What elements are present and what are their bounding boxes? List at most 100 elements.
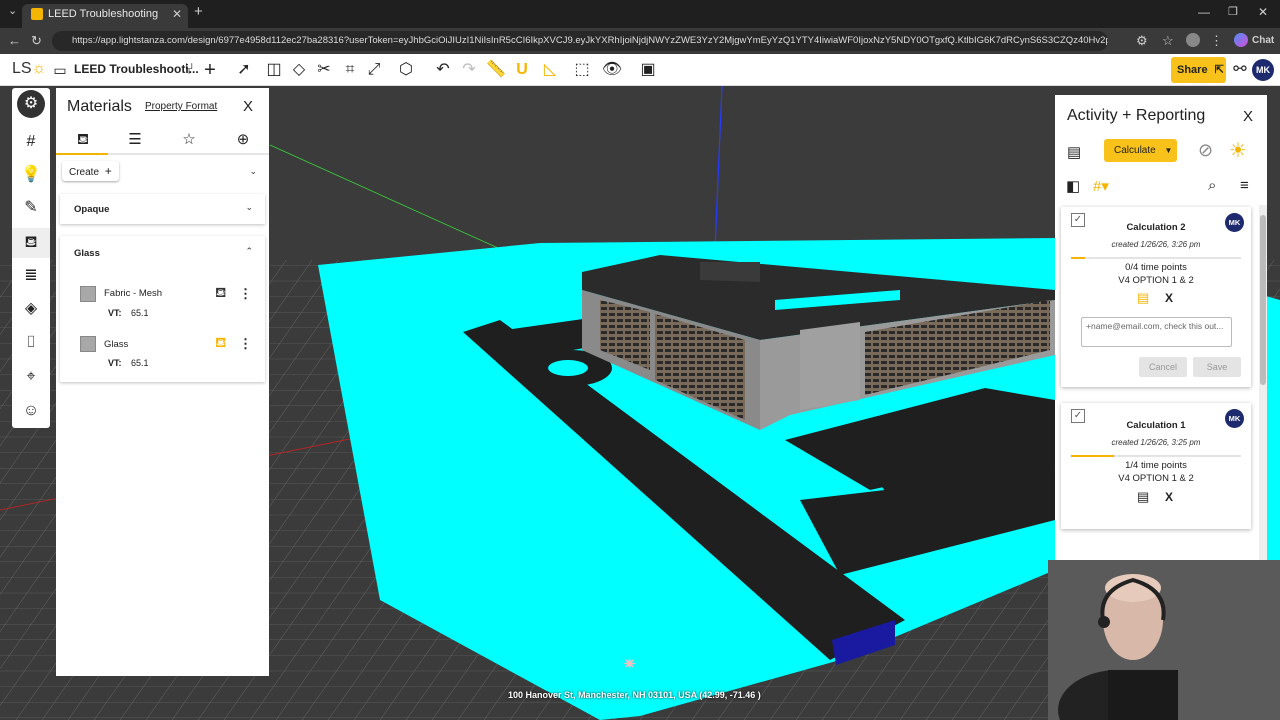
url-field[interactable]: https://app.lightstanza.com/design/6977e…: [52, 31, 1108, 51]
angle-icon[interactable]: ◺: [538, 58, 562, 82]
sort-icon[interactable]: ≡: [1240, 177, 1249, 194]
location-pin-icon[interactable]: ⌖: [12, 362, 50, 392]
chevron-up-icon[interactable]: ⌃: [245, 246, 253, 257]
reload-icon[interactable]: ↻: [31, 28, 42, 54]
select-pointer-icon[interactable]: ➚: [232, 58, 256, 82]
comment-input[interactable]: +name@email.com, check this out...: [1081, 317, 1232, 347]
extension-icon[interactable]: ⚙: [1136, 28, 1148, 54]
plus-icon: +: [104, 164, 112, 178]
app-logo[interactable]: LS☼: [12, 60, 46, 78]
activity-title: Activity + Reporting: [1067, 107, 1206, 124]
property-format-link[interactable]: Property Format: [145, 101, 217, 112]
created-date: created 1/26/26, 3:25 pm: [1111, 438, 1201, 447]
cube-icon[interactable]: ⬚: [570, 58, 594, 82]
screen-icon[interactable]: ▣: [636, 58, 660, 82]
comment-icon[interactable]: ▤: [1137, 290, 1149, 306]
scissors-icon[interactable]: ✂: [312, 58, 336, 82]
material-swatch: [80, 286, 96, 302]
back-icon[interactable]: ←: [8, 28, 21, 54]
apply-material-icon[interactable]: ⛾: [215, 284, 226, 303]
add-icon[interactable]: +: [198, 58, 222, 82]
3d-view-icon[interactable]: ⬡: [394, 58, 418, 82]
camera-icon[interactable]: ⌷: [12, 328, 50, 358]
light-off-icon[interactable]: ⊘: [1198, 140, 1213, 161]
presenter-video: [1048, 560, 1280, 720]
copilot-icon[interactable]: [1234, 33, 1248, 47]
robot-icon[interactable]: ☺: [12, 396, 50, 426]
tab-close-icon[interactable]: ✕: [172, 4, 182, 24]
calculate-label: Calculate: [1114, 145, 1156, 156]
browser-tab-bar: ⌄ LEED Troubleshooting ✕ + — ❐ ✕: [0, 0, 1280, 28]
user-avatar[interactable]: MK: [1252, 59, 1274, 81]
shape-icon[interactable]: ◇: [287, 58, 311, 82]
lightbulb-icon[interactable]: 💡: [12, 160, 50, 190]
tab-add-list-icon[interactable]: ⊕: [228, 128, 258, 152]
comment-icon[interactable]: ▤: [1137, 489, 1149, 505]
tab-material-paint-icon[interactable]: ⛾: [68, 128, 98, 152]
grid-hash-icon[interactable]: #: [12, 127, 50, 157]
search-icon[interactable]: ⌕: [1208, 177, 1216, 194]
compass-icon: ✷: [622, 654, 637, 675]
pencil-icon[interactable]: ✎: [12, 193, 50, 223]
chevron-down-icon[interactable]: ⌄: [249, 166, 257, 177]
ruler-icon[interactable]: 📏: [484, 58, 508, 82]
menu-icon[interactable]: ⋮: [1210, 28, 1223, 54]
tab-favorites-icon[interactable]: ☆: [174, 128, 204, 152]
create-label: Create: [69, 167, 100, 178]
new-tab-icon[interactable]: +: [194, 0, 203, 25]
restore-icon[interactable]: ❐: [1228, 0, 1238, 25]
tab-list-icon[interactable]: ⌄: [8, 0, 17, 24]
calculation-card[interactable]: ✓ Calculation 2 MK created 1/26/26, 3:26…: [1061, 207, 1251, 387]
vt-value: 65.1: [131, 308, 149, 318]
sun-icon[interactable]: ☀: [1229, 138, 1247, 163]
scrollbar-thumb[interactable]: [1260, 215, 1266, 385]
cancel-button[interactable]: Cancel: [1139, 357, 1187, 377]
save-button[interactable]: Save: [1193, 357, 1241, 377]
delete-button[interactable]: X: [1165, 291, 1173, 305]
section-title: Opaque: [74, 204, 110, 215]
window-close-icon[interactable]: ✕: [1258, 0, 1268, 25]
apply-material-icon[interactable]: ⛾: [215, 334, 226, 353]
collaborate-icon[interactable]: ⚯: [1228, 58, 1252, 82]
tab-material-list-icon[interactable]: ☰: [120, 128, 150, 152]
expand-icon[interactable]: ⤢: [362, 58, 386, 82]
crop-icon[interactable]: ⌗: [338, 58, 362, 82]
magnet-icon[interactable]: U: [510, 58, 534, 82]
split-view-icon[interactable]: ◧: [1066, 177, 1080, 195]
settings-gear-icon[interactable]: ⚙: [17, 90, 45, 118]
sun-logo-icon: ☼: [31, 60, 47, 77]
bookmark-star-icon[interactable]: ☆: [1162, 28, 1174, 54]
materials-close-button[interactable]: X: [243, 98, 253, 115]
delete-button[interactable]: X: [1165, 490, 1173, 504]
visibility-eye-icon[interactable]: 👁: [600, 58, 624, 82]
paint-bucket-icon[interactable]: ⛾: [12, 228, 50, 258]
more-options-icon[interactable]: ⋮: [239, 286, 252, 302]
address-bar-row: ← ↻ https://app.lightstanza.com/design/6…: [0, 28, 1280, 54]
share-button[interactable]: Share ⇱: [1171, 57, 1226, 83]
layers-list-icon[interactable]: ≣: [12, 261, 50, 291]
report-document-icon[interactable]: ▤: [1067, 143, 1081, 161]
create-button[interactable]: Create +: [62, 161, 119, 181]
time-points: 0/4 time points: [1125, 262, 1187, 273]
section-glass[interactable]: Glass ⌃ Fabric - Mesh VT: 65.1 ⛾ ⋮ Glass…: [60, 236, 265, 382]
minimize-icon[interactable]: —: [1198, 0, 1210, 25]
lasso-icon[interactable]: ◫: [262, 58, 286, 82]
calculate-button[interactable]: Calculate ▼: [1104, 139, 1177, 162]
progress-fill: [1071, 257, 1085, 259]
time-points: 1/4 time points: [1125, 460, 1187, 471]
redo-icon[interactable]: ↷: [457, 58, 481, 82]
caret-down-icon: ▼: [1164, 146, 1173, 155]
calculation-card[interactable]: ✓ Calculation 1 MK created 1/26/26, 3:25…: [1061, 403, 1251, 529]
section-opaque[interactable]: Opaque ⌄: [60, 194, 265, 224]
activity-close-button[interactable]: X: [1243, 108, 1253, 125]
grid-filter-icon[interactable]: #▾: [1093, 177, 1109, 195]
browser-tab[interactable]: LEED Troubleshooting ✕: [22, 4, 188, 28]
undo-icon[interactable]: ↶: [431, 58, 455, 82]
more-options-icon[interactable]: ⋮: [239, 336, 252, 352]
chat-label[interactable]: Chat: [1252, 28, 1274, 54]
stack-icon[interactable]: ◈: [12, 294, 50, 324]
chevron-down-icon[interactable]: ⌄: [245, 202, 253, 213]
folder-icon[interactable]: ▭: [48, 58, 72, 82]
profile-icon[interactable]: [1186, 33, 1200, 47]
progress-fill: [1071, 455, 1114, 457]
